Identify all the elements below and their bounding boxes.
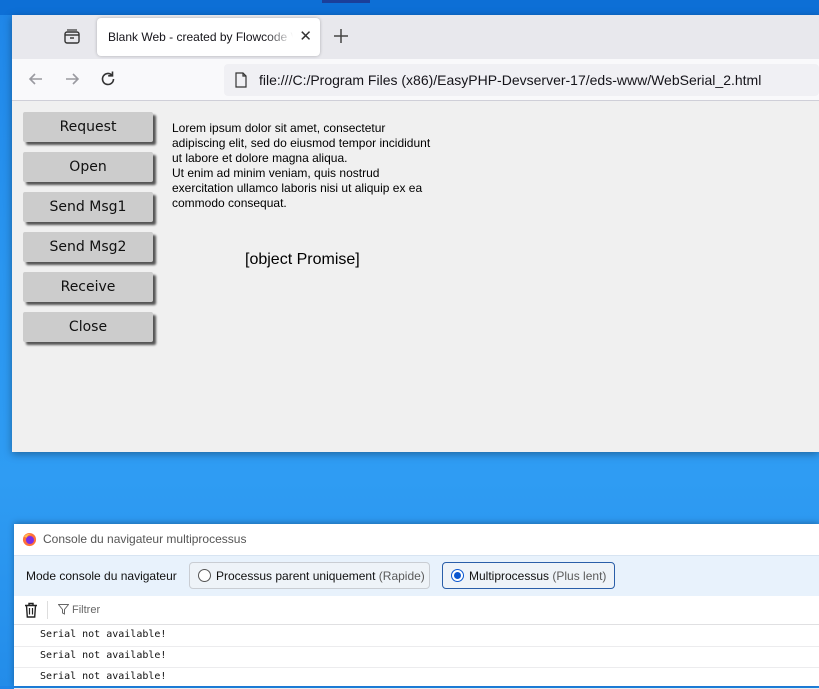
option-hint: (Rapide) (378, 569, 425, 583)
request-button[interactable]: Request (23, 112, 153, 142)
reload-icon[interactable] (98, 69, 118, 89)
radio-label: Processus parent uniquement (Rapide) (216, 569, 425, 583)
console-message-text: Serial not available! (40, 629, 167, 640)
status-output: [object Promise] (245, 251, 360, 268)
url-text: file:///C:/Program Files (x86)/EasyPHP-D… (259, 72, 762, 88)
forward-arrow-icon[interactable] (62, 69, 82, 89)
browser-window: Blank Web - created by Flowcode V ✕ file… (12, 15, 819, 452)
radio-label: Multiprocessus (Plus lent) (469, 569, 606, 583)
mode-label: Mode console du navigateur (26, 569, 177, 583)
console-title-bar: Console du navigateur multiprocessus (14, 524, 819, 555)
tab-list-icon[interactable] (62, 27, 82, 47)
firefox-logo-icon (22, 532, 37, 547)
trash-icon[interactable] (24, 602, 38, 618)
receive-button[interactable]: Receive (23, 272, 153, 302)
lorem-line: ut labore et dolore magna aliqua. (172, 151, 348, 165)
taskbar-sliver (322, 0, 370, 3)
console-message: Serial not available! (14, 625, 819, 647)
navigation-bar: file:///C:/Program Files (x86)/EasyPHP-D… (12, 59, 819, 101)
option-hint: (Plus lent) (552, 569, 607, 583)
filter-icon (58, 604, 69, 615)
tab-bar: Blank Web - created by Flowcode V ✕ (12, 15, 819, 59)
tab-active[interactable]: Blank Web - created by Flowcode V ✕ (97, 18, 320, 56)
console-mode-bar: Mode console du navigateur Processus par… (14, 555, 819, 597)
send-msg2-button[interactable]: Send Msg2 (23, 232, 153, 262)
browser-console-window: Console du navigateur multiprocessus Mod… (14, 524, 819, 689)
page-icon (235, 72, 247, 88)
option-text: Multiprocessus (469, 569, 550, 583)
address-bar[interactable]: file:///C:/Program Files (x86)/EasyPHP-D… (224, 64, 819, 96)
lorem-paragraph: Lorem ipsum dolor sit amet, consectetur … (172, 121, 462, 211)
desktop-top-strip (0, 0, 819, 15)
send-msg1-button[interactable]: Send Msg1 (23, 192, 153, 222)
back-arrow-icon[interactable] (26, 69, 46, 89)
page-content: Request Open Send Msg1 Send Msg2 Receive… (12, 101, 819, 452)
lorem-line: adipiscing elit, sed do eiusmod tempor i… (172, 136, 431, 150)
filter-input[interactable]: Filtrer (72, 604, 100, 616)
radio-circle-selected (451, 569, 464, 582)
tab-title: Blank Web - created by Flowcode V (108, 30, 293, 44)
console-toolbar: Filtrer (14, 596, 819, 625)
console-message: Serial not available! (14, 646, 819, 668)
lorem-line: Ut enim ad minim veniam, quis nostrud (172, 166, 380, 180)
open-button[interactable]: Open (23, 152, 153, 182)
lorem-line: exercitation ullamco laboris nisi ut ali… (172, 181, 423, 195)
close-icon[interactable]: ✕ (299, 28, 312, 46)
console-message-text: Serial not available! (40, 671, 167, 682)
option-text: Processus parent uniquement (216, 569, 376, 583)
plus-icon[interactable] (330, 25, 352, 47)
console-title: Console du navigateur multiprocessus (43, 532, 247, 546)
lorem-line: commodo consequat. (172, 196, 287, 210)
lorem-line: Lorem ipsum dolor sit amet, consectetur (172, 121, 386, 135)
radio-parent-only[interactable]: Processus parent uniquement (Rapide) (189, 562, 430, 589)
console-message-text: Serial not available! (40, 650, 167, 661)
radio-multiprocess[interactable]: Multiprocessus (Plus lent) (442, 562, 615, 589)
toolbar-divider (47, 601, 48, 619)
close-button[interactable]: Close (23, 312, 153, 342)
radio-circle (198, 569, 211, 582)
